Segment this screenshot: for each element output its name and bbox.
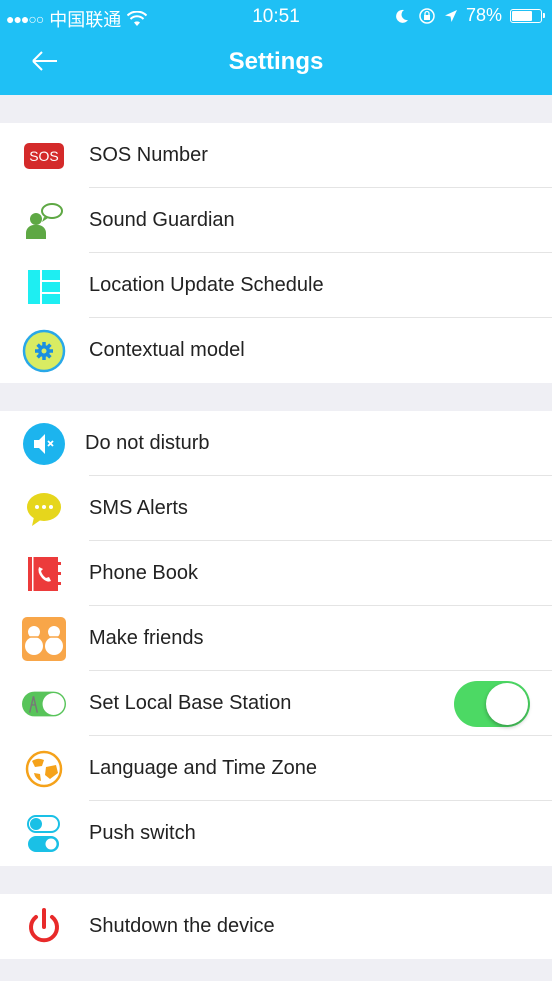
snowman-friends-icon	[22, 616, 66, 661]
language-time-zone-item[interactable]: Language and Time Zone	[0, 736, 552, 801]
moon-icon	[396, 9, 408, 23]
location-update-schedule-item[interactable]: Location Update Schedule	[0, 253, 552, 318]
contextual-model-item[interactable]: Contextual model	[0, 318, 552, 383]
base-station-toggle[interactable]	[454, 680, 530, 727]
item-label: Do not disturb	[85, 432, 210, 454]
phone-book-item[interactable]: Phone Book	[0, 541, 552, 606]
do-not-disturb-item[interactable]: Do not disturb	[0, 411, 552, 476]
top-bar: ●●●○○ 中国联通 10:51 78% Settings	[0, 0, 552, 95]
battery-icon	[510, 8, 545, 23]
item-label: Push switch	[89, 822, 196, 844]
chat-bubble-icon	[22, 487, 66, 531]
sound-guardian-item[interactable]: Sound Guardian	[0, 188, 552, 253]
item-label: SOS Number	[89, 144, 208, 166]
make-friends-item[interactable]: Make friends	[0, 606, 552, 671]
phone-book-icon	[22, 552, 66, 596]
globe-icon	[22, 747, 66, 791]
item-label: Set Local Base Station	[89, 692, 292, 714]
sound-guardian-icon	[22, 199, 66, 243]
battery-percent: 78%	[465, 5, 502, 25]
sms-alerts-item[interactable]: SMS Alerts	[0, 476, 552, 541]
mute-icon	[22, 422, 66, 466]
item-label: Sound Guardian	[89, 209, 235, 231]
sos-number-item[interactable]: SOS SOS Number	[0, 123, 552, 188]
item-label: Phone Book	[89, 562, 198, 584]
item-label: SMS Alerts	[89, 497, 188, 519]
settings-group-2: Do not disturb SMS Alerts Phone Book Mak…	[0, 411, 552, 866]
page-title: Settings	[228, 48, 324, 75]
schedule-icon	[22, 264, 66, 308]
item-label: Make friends	[89, 627, 204, 649]
settings-group-3: Shutdown the device	[0, 894, 552, 959]
push-switch-icon	[22, 812, 66, 856]
shutdown-device-item[interactable]: Shutdown the device	[0, 894, 552, 959]
sos-badge: SOS	[24, 142, 64, 169]
rotation-lock-icon	[419, 7, 435, 24]
settings-group-1: SOS SOS Number Sound Guardian Location U…	[0, 123, 552, 383]
sos-icon: SOS	[22, 134, 66, 178]
item-label: Language and Time Zone	[89, 757, 317, 779]
item-label: Location Update Schedule	[89, 274, 324, 296]
item-label: Shutdown the device	[89, 915, 275, 937]
nav-bar: Settings	[0, 32, 552, 95]
gear-icon	[22, 329, 66, 373]
location-arrow-icon	[444, 9, 457, 22]
item-label: Contextual model	[89, 339, 245, 361]
set-local-base-station-item[interactable]: Set Local Base Station	[0, 671, 552, 736]
push-switch-item[interactable]: Push switch	[0, 801, 552, 866]
power-icon	[22, 905, 66, 949]
base-station-icon	[22, 682, 66, 726]
status-bar: ●●●○○ 中国联通 10:51 78%	[0, 0, 552, 32]
